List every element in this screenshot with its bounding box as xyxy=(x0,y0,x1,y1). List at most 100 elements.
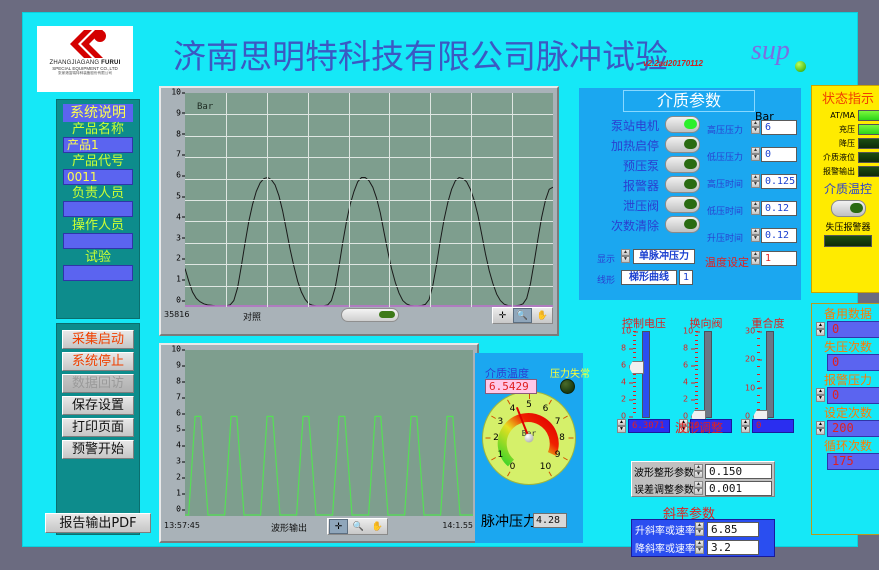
value-low-pressure-time[interactable]: 0.12 xyxy=(761,201,797,216)
field-supervisor[interactable] xyxy=(63,201,133,217)
spinner-set-count[interactable]: ▲ ▼ xyxy=(816,421,825,436)
value-rise-slope[interactable]: 6.85 xyxy=(707,522,759,537)
value-fall-slope[interactable]: 3.2 xyxy=(707,540,759,555)
field-test[interactable] xyxy=(63,265,133,281)
slider-tick-label: 8 xyxy=(621,344,626,353)
save-settings-button[interactable]: 保存设置 xyxy=(62,396,134,415)
select-line-type[interactable]: 梯形曲线 xyxy=(621,270,677,285)
chart2-x-end: 14:1.55 xyxy=(442,521,473,530)
start-prewarning-button[interactable]: 预警开始 xyxy=(62,440,134,459)
pan-tool-icon[interactable]: ✋ xyxy=(369,520,386,533)
spinner-low-pressure[interactable]: ▲ ▼ xyxy=(751,147,760,162)
field-operator[interactable] xyxy=(63,233,133,249)
chart2-trace xyxy=(185,350,473,516)
spinner-high-pressure[interactable]: ▲ ▼ xyxy=(751,120,760,135)
slider-minor-tick xyxy=(695,403,698,404)
value-set-count[interactable]: 200 xyxy=(827,420,879,437)
slider-track-control-voltage[interactable] xyxy=(642,331,650,418)
slider-minor-tick xyxy=(695,365,698,366)
crosshair-tool-icon[interactable]: ✛ xyxy=(329,519,348,534)
status-led-atma xyxy=(858,110,879,121)
slider-minor-tick xyxy=(695,331,698,332)
toggle-clear-count[interactable] xyxy=(665,216,700,233)
zoom-tool-icon[interactable]: 🔍 xyxy=(350,520,367,533)
spinner-overlap-degree[interactable]: ▲ ▼ xyxy=(741,419,750,433)
zoom-tool-icon[interactable]: 🔍 xyxy=(513,308,532,323)
toggle-precharge-pump[interactable] xyxy=(665,156,700,173)
spinner-alarm-pressure[interactable]: ▲ ▼ xyxy=(816,388,825,403)
slider-overlap-degree[interactable]: 重合度 3020100 ▲▼ 0 xyxy=(739,315,797,433)
slider-track-reversing-valve[interactable] xyxy=(704,331,712,418)
led-depressurization-alarm xyxy=(824,235,872,247)
toggle-heating[interactable] xyxy=(665,136,700,153)
value-low-pressure[interactable]: 0 xyxy=(761,147,797,162)
start-acquisition-button[interactable]: 采集启动 xyxy=(62,330,134,349)
toggle-media-temp-control[interactable] xyxy=(831,200,866,217)
value-spare-data[interactable]: 0 xyxy=(827,321,879,338)
value-high-pressure[interactable]: 6 xyxy=(761,120,797,135)
value-high-pressure-time[interactable]: 0.125 xyxy=(761,174,797,189)
spinner-rise-slope[interactable]: ▲ ▼ xyxy=(695,522,704,537)
slider-track-overlap-degree[interactable] xyxy=(766,331,774,418)
label-display-mode: 显示 xyxy=(597,252,615,265)
spinner-wave-shaping[interactable]: ▲ ▼ xyxy=(694,464,703,479)
pan-tool-icon[interactable]: ✋ xyxy=(534,309,551,322)
toggle-pump-motor[interactable] xyxy=(665,116,700,133)
slider-thumb-control-voltage[interactable] xyxy=(629,361,644,374)
chart1-scroll-thumb[interactable] xyxy=(341,308,399,322)
spinner-spare-data[interactable]: ▲ ▼ xyxy=(816,322,825,337)
value-rise-time[interactable]: 0.12 xyxy=(761,228,797,243)
spinner-error-adjust[interactable]: ▲ ▼ xyxy=(694,481,703,496)
field-product-code[interactable]: 0011 xyxy=(63,169,133,185)
chart2-toolbar[interactable]: ✛ 🔍 ✋ xyxy=(327,518,388,535)
label-rise-time: 升压时间 xyxy=(707,231,743,244)
spinner-temperature-setpoint[interactable]: ▲ ▼ xyxy=(751,251,760,266)
slider-minor-tick xyxy=(757,352,760,353)
status-label-atma: AT/MA xyxy=(830,111,855,120)
company-logo: ZHANGJIAGANG FURUI SPECIAL EQUIPMENT CO.… xyxy=(37,26,133,92)
status-row-atma: AT/MA xyxy=(814,110,879,121)
y-tick: 9 xyxy=(176,361,181,370)
print-page-button[interactable]: 打印页面 xyxy=(62,418,134,437)
wave-adjust-panel: 波形整形参数 ▲▼ 0.150 误差调整参数 ▲▼ 0.001 xyxy=(631,461,775,497)
value-wave-shaping-param[interactable]: 0.150 xyxy=(705,464,772,479)
label-cycle-count: 循环次数 xyxy=(816,439,879,453)
select-display-mode[interactable]: 单脉冲压力 xyxy=(633,249,695,264)
gauge-tick-label: 7 xyxy=(555,417,561,427)
toggle-relief-valve[interactable] xyxy=(665,196,700,213)
value-line-index[interactable]: 1 xyxy=(679,270,693,285)
slider-value-control-voltage[interactable]: 6.3071 xyxy=(628,419,670,433)
crosshair-tool-icon[interactable]: ✛ xyxy=(494,309,511,322)
data-review-button[interactable]: 数据回访 xyxy=(62,374,134,393)
spinner-display-mode[interactable]: ▲ ▼ xyxy=(621,249,630,264)
slider-minor-tick xyxy=(633,378,636,379)
spinner-rise-time[interactable]: ▲ ▼ xyxy=(751,228,760,243)
slider-control-voltage[interactable]: 控制电压 1086420 ▲▼ 6.3071 xyxy=(615,315,673,433)
pressure-history-chart[interactable]: 109876543210 Bar 35816 对照 36015 ✛ 🔍 ✋ xyxy=(159,86,559,336)
y-tick: 4 xyxy=(176,212,181,221)
slider-minor-tick xyxy=(757,388,760,389)
status-led-charge xyxy=(858,124,879,135)
spinner-fall-slope[interactable]: ▲ ▼ xyxy=(695,540,704,555)
slider-minor-tick xyxy=(695,386,698,387)
label-product-code: 产品代号 xyxy=(63,154,133,169)
spinner-control-voltage[interactable]: ▲ ▼ xyxy=(617,419,626,433)
spinner-low-pressure-time[interactable]: ▲ ▼ xyxy=(751,201,760,216)
waveform-output-chart[interactable]: 109876543210 13:57:45 波形输出 14:1.55 ✛ 🔍 ✋ xyxy=(159,343,479,543)
slider-value-overlap-degree[interactable]: 0 xyxy=(752,419,794,433)
y-tick: 10 xyxy=(171,88,181,97)
label-rise-slope: 升斜率或速率 xyxy=(635,522,695,537)
value-error-adjust-param[interactable]: 0.001 xyxy=(705,481,772,496)
toggle-alarm-device[interactable] xyxy=(665,176,700,193)
value-temperature-setpoint[interactable]: 1 xyxy=(761,251,797,266)
slider-reversing-valve[interactable]: 换向阀 1086420 ▲▼ 0 xyxy=(677,315,735,433)
field-product-name[interactable]: 产品1 xyxy=(63,137,133,153)
slider-minor-tick xyxy=(695,369,698,370)
gauge-tick xyxy=(529,394,530,399)
value-alarm-pressure[interactable]: 0 xyxy=(827,387,879,404)
stop-system-button[interactable]: 系统停止 xyxy=(62,352,134,371)
slider-minor-tick xyxy=(633,408,636,409)
export-pdf-report-button[interactable]: 报告输出PDF xyxy=(45,513,151,533)
chart1-toolbar[interactable]: ✛ 🔍 ✋ xyxy=(492,307,553,324)
spinner-high-pressure-time[interactable]: ▲ ▼ xyxy=(751,174,760,189)
